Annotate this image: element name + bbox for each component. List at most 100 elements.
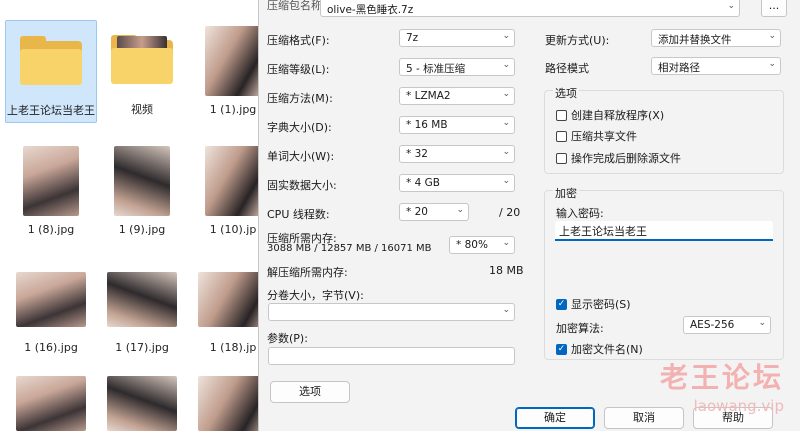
chevron-down-icon: ⌄ <box>502 118 510 128</box>
format-value: 7z <box>406 32 419 44</box>
chevron-down-icon: ⌄ <box>727 1 735 11</box>
chevron-down-icon: ⌄ <box>456 205 464 215</box>
folder-icon <box>16 27 86 97</box>
delete-label: 操作完成后删除源文件 <box>571 152 681 165</box>
mem-select[interactable]: * 80% ⌄ <box>449 236 515 254</box>
checkbox-unchecked-icon <box>556 130 567 142</box>
format-label: 压缩格式(F): <box>267 34 330 47</box>
chevron-down-icon: ⌄ <box>768 31 776 41</box>
image-file-item[interactable]: 1 (16).jpg <box>5 258 97 359</box>
shared-checkbox[interactable]: 压缩共享文件 <box>556 128 637 144</box>
ok-button[interactable]: 确定 <box>515 407 595 429</box>
encryption-group-title: 加密 <box>553 185 579 201</box>
image-thumbnail <box>16 146 86 216</box>
file-name-label: 1 (17).jpg <box>115 341 169 354</box>
update-value: 添加并替换文件 <box>658 34 732 46</box>
method-label: 压缩方法(M): <box>267 92 333 105</box>
mem-detail: 3088 MB / 12857 MB / 16071 MB <box>267 243 432 254</box>
chevron-down-icon: ⌄ <box>502 305 510 315</box>
show-password-label: 显示密码(S) <box>571 298 631 311</box>
update-select[interactable]: 添加并替换文件 ⌄ <box>651 29 781 47</box>
browse-button[interactable]: ... <box>761 0 787 17</box>
cpu-label: CPU 线程数: <box>267 208 330 221</box>
watermark-title: 老王论坛 <box>659 361 784 394</box>
enc-method-select[interactable]: AES-256 ⌄ <box>683 316 771 334</box>
encrypt-names-checkbox[interactable]: ✓ 加密文件名(N) <box>556 341 643 357</box>
image-thumbnail <box>107 264 177 334</box>
file-name-label: 视频 <box>131 103 153 116</box>
archive-name-field[interactable]: olive-黑色睡衣.7z ⌄ <box>320 0 740 17</box>
show-password-checkbox[interactable]: ✓ 显示密码(S) <box>556 296 631 312</box>
word-label: 单词大小(W): <box>267 150 335 163</box>
word-value: * 32 <box>406 148 428 160</box>
watermark-url: laowang.vip <box>693 397 784 415</box>
solid-label: 固实数据大小: <box>267 179 337 192</box>
solid-value: * 4 GB <box>406 177 440 189</box>
cpu-total: / 20 <box>499 206 521 219</box>
folder-item[interactable]: 视频 <box>96 20 188 121</box>
checkbox-checked-icon: ✓ <box>556 298 567 310</box>
chevron-down-icon: ⌄ <box>502 176 510 186</box>
update-label: 更新方式(U): <box>545 34 610 47</box>
file-name-label: 1 (16).jpg <box>24 341 78 354</box>
chevron-down-icon: ⌄ <box>502 89 510 99</box>
image-thumbnail <box>107 146 177 216</box>
image-file-item[interactable]: 1 (17).jpg <box>96 258 188 359</box>
format-select[interactable]: 7z ⌄ <box>399 29 515 47</box>
file-name-label: 上老王论坛当老王 <box>7 104 95 117</box>
decomp-label: 解压缩所需内存: <box>267 266 348 279</box>
image-file-item[interactable] <box>96 362 188 442</box>
word-select[interactable]: * 32 ⌄ <box>399 145 515 163</box>
decomp-value: 18 MB <box>489 264 524 277</box>
chevron-down-icon: ⌄ <box>768 59 776 69</box>
mem-value: * 80% <box>456 239 488 251</box>
params-input[interactable] <box>268 347 515 365</box>
enc-method-value: AES-256 <box>690 319 735 331</box>
enc-method-label: 加密算法: <box>556 322 604 335</box>
image-thumbnail <box>16 368 86 438</box>
encryption-group: 加密 输入密码: 上老王论坛当老王 ✓ 显示密码(S) 加密算法: AES-256… <box>544 185 784 360</box>
method-value: * LZMA2 <box>406 90 451 102</box>
level-select[interactable]: 5 - 标准压缩 ⌄ <box>399 58 515 76</box>
checkbox-unchecked-icon <box>556 109 567 121</box>
chevron-down-icon: ⌄ <box>502 60 510 70</box>
options-button[interactable]: 选项 <box>270 381 350 403</box>
options-group-title: 选项 <box>553 85 579 101</box>
image-thumbnail <box>16 264 86 334</box>
path-label: 路径模式 <box>545 62 589 75</box>
chevron-down-icon: ⌄ <box>502 31 510 41</box>
archive-name-value: olive-黑色睡衣.7z <box>327 4 414 16</box>
folder-item[interactable]: 上老王论坛当老王 <box>5 20 97 123</box>
split-select[interactable]: ⌄ <box>268 303 515 321</box>
dict-select[interactable]: * 16 MB ⌄ <box>399 116 515 134</box>
file-name-label: 1 (9).jpg <box>118 223 166 236</box>
sfx-label: 创建自释放程序(X) <box>571 109 665 122</box>
sfx-checkbox[interactable]: 创建自释放程序(X) <box>556 107 664 123</box>
watermark: 老王论坛 laowang.vip <box>660 356 784 415</box>
shared-label: 压缩共享文件 <box>571 130 637 143</box>
split-label: 分卷大小，字节(V): <box>267 289 364 302</box>
cpu-value: * 20 <box>406 206 428 218</box>
solid-select[interactable]: * 4 GB ⌄ <box>399 174 515 192</box>
dict-label: 字典大小(D): <box>267 121 332 134</box>
path-select[interactable]: 相对路径 ⌄ <box>651 57 781 75</box>
image-thumbnail <box>107 368 177 438</box>
chevron-down-icon: ⌄ <box>502 147 510 157</box>
params-label: 参数(P): <box>267 332 308 345</box>
image-file-item[interactable]: 1 (8).jpg <box>5 140 97 241</box>
image-file-item[interactable] <box>5 362 97 442</box>
file-name-label: 1 (8).jpg <box>27 223 75 236</box>
file-explorer-pane: 上老王论坛当老王 视频 1 (1).jpg 1 (8).jpg 1 (9).jpg 1 (… <box>0 0 268 431</box>
chevron-down-icon: ⌄ <box>758 318 766 328</box>
folder-icon <box>107 26 177 96</box>
level-value: 5 - 标准压缩 <box>406 63 466 75</box>
method-select[interactable]: * LZMA2 ⌄ <box>399 87 515 105</box>
cpu-select[interactable]: * 20 ⌄ <box>399 203 469 221</box>
dict-value: * 16 MB <box>406 119 448 131</box>
chevron-down-icon: ⌄ <box>502 238 510 248</box>
delete-checkbox[interactable]: 操作完成后删除源文件 <box>556 150 681 166</box>
image-file-item[interactable]: 1 (9).jpg <box>96 140 188 241</box>
path-value: 相对路径 <box>658 62 700 74</box>
password-input[interactable]: 上老王论坛当老王 <box>555 221 773 241</box>
options-group: 选项 创建自释放程序(X) 压缩共享文件 操作完成后删除源文件 <box>544 85 784 174</box>
